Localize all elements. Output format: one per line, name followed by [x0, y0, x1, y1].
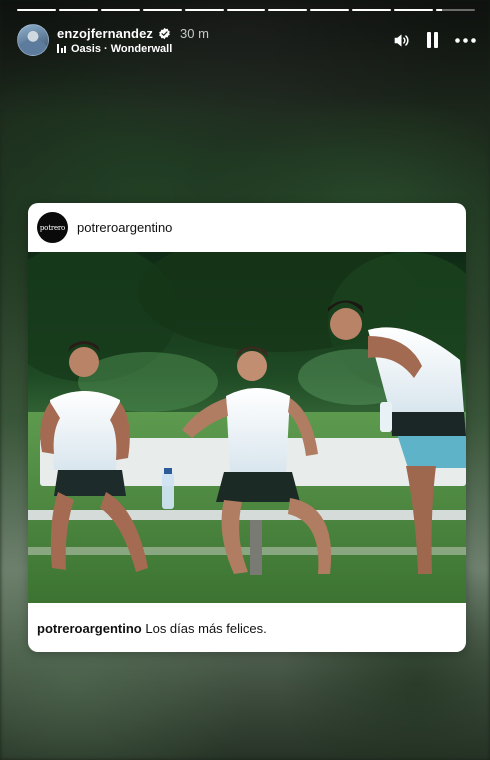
story-meta: enzojfernandez 30 m Oasis · Wonderwall — [57, 26, 209, 55]
progress-segment — [310, 9, 350, 11]
progress-segment-fill — [100, 9, 140, 11]
more-options-icon[interactable] — [455, 37, 476, 43]
progress-segment-fill — [436, 9, 442, 11]
progress-segment-fill — [17, 9, 56, 11]
progress-segment — [184, 9, 224, 11]
verified-badge-icon — [159, 27, 170, 39]
music-equalizer-icon — [57, 44, 66, 53]
progress-segment-fill — [268, 9, 308, 11]
progress-segment — [394, 9, 434, 11]
shared-post-avatar[interactable]: potrero — [37, 212, 68, 243]
story-time: 30 m — [180, 25, 209, 41]
progress-segment-fill — [310, 9, 350, 11]
avatar[interactable] — [17, 24, 49, 56]
story-username[interactable]: enzojfernandez — [57, 26, 153, 41]
team-training-photo[interactable] — [28, 252, 466, 603]
volume-icon[interactable] — [393, 33, 410, 48]
caption-text: Los días más felices. — [145, 621, 267, 636]
progress-segment-fill — [142, 9, 182, 11]
caption-username[interactable]: potreroargentino — [37, 621, 142, 636]
shared-post-header: potrero potreroargentino — [28, 203, 466, 252]
story-header: enzojfernandez 30 m Oasis · Wonderwall — [17, 22, 476, 58]
pause-icon[interactable] — [426, 32, 439, 48]
story-progress-bar — [17, 9, 475, 11]
progress-segment — [100, 9, 140, 11]
shared-post-card[interactable]: potrero potreroargentino potreroargentin… — [28, 203, 466, 652]
progress-segment — [142, 9, 182, 11]
music-label: Oasis · Wonderwall — [71, 42, 173, 55]
progress-segment — [436, 9, 475, 11]
story-controls — [393, 32, 476, 48]
progress-segment — [17, 9, 56, 11]
progress-segment — [226, 9, 266, 11]
music-attribution[interactable]: Oasis · Wonderwall — [57, 43, 209, 55]
progress-segment-fill — [58, 9, 98, 11]
progress-segment — [268, 9, 308, 11]
shared-post-username[interactable]: potreroargentino — [77, 220, 172, 235]
progress-segment — [58, 9, 98, 11]
progress-segment — [352, 9, 392, 11]
progress-segment-fill — [352, 9, 392, 11]
progress-segment-fill — [394, 9, 434, 11]
shared-post-caption: potreroargentino Los días más felices. — [28, 603, 466, 636]
progress-segment-fill — [184, 9, 224, 11]
progress-segment-fill — [226, 9, 266, 11]
